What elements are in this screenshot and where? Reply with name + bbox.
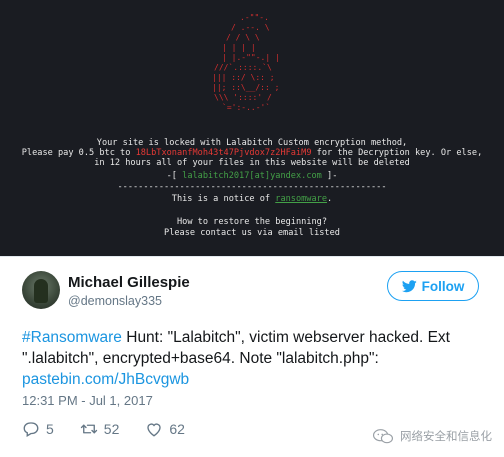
svg-text:/ .--. \: / .--. \ [231,23,270,32]
ransom-demand-line: Please pay 0.5 btc to 18LbTxonanfMoh43t4… [0,148,504,158]
retweet-icon [80,424,97,434]
reply-count: 5 [46,421,54,437]
svg-text:| | | |: | | | | [222,43,256,52]
notice-prefix: This is a notice of [171,194,276,204]
email-prefix: -[ [166,171,183,181]
avatar-figure [34,279,48,303]
reply-icon [23,422,39,437]
restore-question-line: How to restore the beginning? [176,217,328,227]
svg-text:||; ::\__/:: ;: ||; ::\__/:: ; [212,83,279,92]
like-count: 62 [169,421,185,437]
btc-address: 18LbTxonanfMoh43t47Pjvdox7z2HFaiM9 [135,148,312,158]
pastebin-link[interactable]: pastebin.com/JhBcvgwb [22,371,189,388]
watermark: 网络安全和信息化 [372,428,492,444]
restore-contact-line: Please contact us via email listed [164,228,340,238]
reply-button[interactable]: 5 [22,420,54,438]
follow-button[interactable]: Follow [387,271,479,301]
padlock-ascii-art: .-""-. / .--. \ / / \ \ | | | | | |.-""-… [0,0,504,130]
twitter-bird-icon [401,279,417,292]
email-suffix: ]- [321,171,338,181]
svg-text:\\\ '::::' /: \\\ '::::' / [214,93,272,102]
hashtag-link[interactable]: #Ransomware [22,329,122,346]
svg-text:/ / \ \: / / \ \ [226,33,260,42]
retweet-button[interactable]: 52 [80,420,120,438]
tweet-actions: 5 52 62 [22,420,211,438]
watermark-text: 网络安全和信息化 [400,429,492,443]
retweet-count: 52 [103,421,120,437]
ransomware-link[interactable]: ransomware [275,194,327,204]
notice-line: This is a notice of ransomware. [0,194,504,204]
svg-text:| |.-""-.| |: | |.-""-.| | [222,53,280,62]
lock-message-line: Your site is locked with Lalabitch Custo… [96,138,408,148]
follow-label: Follow [421,278,465,294]
like-button[interactable]: 62 [145,420,185,438]
demand-suffix: for the Decryption key. Or else, [311,148,483,158]
wechat-icon [372,429,394,444]
svg-text:`=':-..-'`: `=':-..-'` [222,102,270,112]
separator-line: ----------------------------------------… [117,182,387,192]
tweet-timestamp[interactable]: 12:31 PM - Jul 1, 2017 [22,393,153,408]
author-handle[interactable]: @demonslay335 [68,294,162,308]
svg-text:.-""-.: .-""-. [240,13,269,22]
demand-prefix: Please pay 0.5 btc to [21,148,136,158]
svg-text:///`.::::.`\: ///`.::::.`\ [214,62,272,72]
tweet-card: Michael Gillespie @demonslay335 Follow #… [0,256,504,457]
contact-email: lalabitch2017[at]yandex.com [182,171,322,181]
contact-email-line: -[ lalabitch2017[at]yandex.com ]- [0,171,504,181]
avatar[interactable] [22,271,60,309]
heart-icon [147,423,162,437]
deadline-line: in 12 hours all of your files in this we… [94,158,410,168]
ransom-note-screenshot: .-""-. / .--. \ / / \ \ | | | | | |.-""-… [0,0,504,256]
author-name[interactable]: Michael Gillespie [68,274,190,291]
lock-icon: .-""-. / .--. \ / / \ \ | | | | | |.-""-… [212,13,280,112]
svg-text:||| ::/ \:: ;: ||| ::/ \:: ; [212,73,275,82]
notice-suffix: . [327,194,333,204]
tweet-text: #Ransomware Hunt: "Lalabitch", victim we… [22,327,492,390]
